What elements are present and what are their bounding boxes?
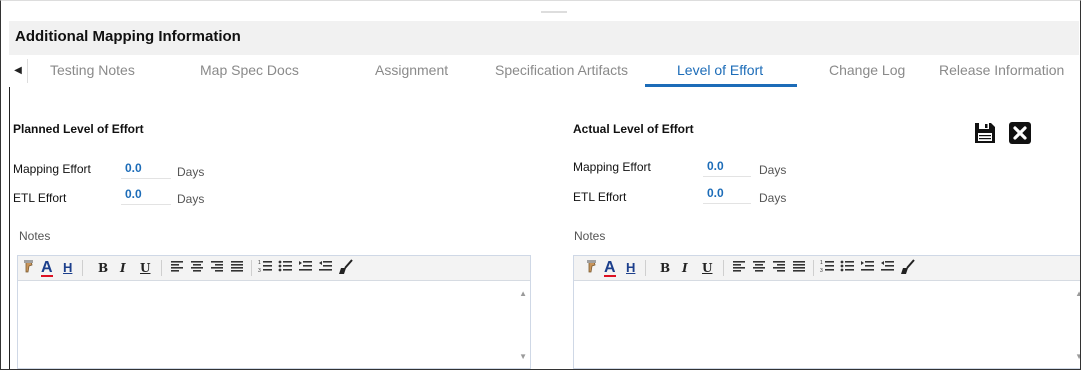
tab-divider [27, 59, 28, 83]
collapse-handle[interactable] [541, 11, 567, 13]
planned-scroll-down-icon[interactable]: ▼ [519, 352, 527, 361]
outdent-icon[interactable] [318, 259, 332, 273]
planned-mapping-underline [121, 178, 171, 179]
actual-effort-title: Actual Level of Effort [573, 122, 694, 136]
svg-text:1: 1 [820, 260, 823, 266]
highlight-icon[interactable]: H [626, 259, 635, 277]
format-painter-icon[interactable] [21, 259, 35, 275]
toolbar-separator [813, 260, 814, 276]
tab-change-log[interactable]: Change Log [829, 55, 905, 87]
align-center-icon[interactable] [752, 259, 766, 273]
text-color-icon[interactable]: A [41, 259, 53, 277]
underline-icon[interactable]: U [140, 259, 150, 277]
planned-etl-effort-value[interactable]: 0.0 [125, 187, 169, 201]
svg-text:1: 1 [258, 260, 261, 266]
align-left-icon[interactable] [732, 259, 746, 273]
actual-etl-unit: Days [759, 191, 787, 205]
tab-bar: ◀ Testing Notes Map Spec Docs Assignment… [9, 55, 1079, 87]
tab-specification-artifacts[interactable]: Specification Artifacts [495, 55, 628, 87]
active-tab-indicator [645, 84, 797, 87]
actual-scroll-up-icon[interactable]: ▲ [1075, 289, 1080, 298]
align-center-icon[interactable] [190, 259, 204, 273]
align-right-icon[interactable] [210, 259, 224, 273]
indent-icon[interactable] [298, 259, 312, 273]
text-color-icon[interactable]: A [604, 259, 616, 277]
planned-effort-title: Planned Level of Effort [13, 122, 144, 136]
numbered-list-icon[interactable]: 13 [820, 259, 834, 273]
planned-notes-editor[interactable]: A H B I U 13 ▲ ▼ [17, 255, 531, 369]
align-justify-icon[interactable] [230, 259, 244, 273]
planned-mapping-effort-label: Mapping Effort [13, 162, 91, 176]
indent-icon[interactable] [860, 259, 874, 273]
actual-etl-effort-value[interactable]: 0.0 [707, 186, 751, 200]
planned-editor-toolbar: A H B I U 13 [18, 256, 530, 281]
bulleted-list-icon[interactable] [278, 259, 292, 273]
actual-mapping-effort-value[interactable]: 0.0 [707, 159, 751, 173]
italic-icon[interactable]: I [682, 259, 688, 277]
planned-notes-label: Notes [19, 229, 51, 243]
actual-scroll-down-icon[interactable]: ▼ [1075, 352, 1080, 361]
panel-title: Additional Mapping Information [15, 28, 241, 45]
planned-scroll-up-icon[interactable]: ▲ [519, 289, 527, 298]
numbered-list-icon[interactable]: 13 [258, 259, 272, 273]
bold-icon[interactable]: B [98, 259, 108, 277]
format-painter-icon[interactable] [584, 259, 598, 275]
toolbar-separator [645, 260, 646, 276]
actual-etl-underline [703, 203, 751, 204]
svg-text:3: 3 [258, 268, 261, 273]
svg-text:3: 3 [820, 268, 823, 273]
actual-etl-effort-label: ETL Effort [573, 190, 627, 204]
tab-assignment[interactable]: Assignment [375, 55, 448, 87]
actual-mapping-unit: Days [759, 163, 787, 177]
tab-scroll-left-icon[interactable]: ◀ [9, 57, 27, 85]
panel-header: Additional Mapping Information [9, 21, 1079, 55]
toolbar-separator [161, 260, 162, 276]
planned-etl-unit: Days [177, 192, 205, 206]
bold-icon[interactable]: B [660, 259, 670, 277]
actual-editor-toolbar: A H B I U 13 [574, 256, 1080, 281]
actual-mapping-effort-label: Mapping Effort [573, 160, 651, 174]
underline-icon[interactable]: U [702, 259, 712, 277]
actual-notes-editor[interactable]: A H B I U 13 ▲ ▼ [573, 255, 1080, 369]
actual-notes-label: Notes [574, 229, 606, 243]
content-left-border [9, 87, 10, 369]
align-justify-icon[interactable] [792, 259, 806, 273]
clear-format-icon[interactable] [338, 259, 354, 275]
close-icon[interactable] [1008, 121, 1031, 145]
toolbar-separator [251, 260, 252, 276]
outdent-icon[interactable] [880, 259, 894, 273]
toolbar-separator [82, 260, 83, 276]
toolbar-separator [723, 260, 724, 276]
highlight-icon[interactable]: H [63, 259, 72, 277]
align-right-icon[interactable] [772, 259, 786, 273]
planned-etl-effort-label: ETL Effort [13, 191, 67, 205]
tab-release-information[interactable]: Release Information [939, 55, 1064, 87]
actual-mapping-underline [703, 176, 751, 177]
planned-mapping-effort-value[interactable]: 0.0 [125, 161, 169, 175]
save-icon[interactable] [974, 121, 996, 145]
planned-mapping-unit: Days [177, 165, 205, 179]
clear-format-icon[interactable] [900, 259, 916, 275]
tab-level-of-effort[interactable]: Level of Effort [677, 55, 763, 87]
tab-map-spec-docs[interactable]: Map Spec Docs [200, 55, 299, 87]
bulleted-list-icon[interactable] [840, 259, 854, 273]
italic-icon[interactable]: I [120, 259, 126, 277]
tab-testing-notes[interactable]: Testing Notes [50, 55, 135, 87]
mapping-panel: Additional Mapping Information ◀ Testing… [0, 0, 1081, 370]
align-left-icon[interactable] [170, 259, 184, 273]
planned-etl-underline [121, 204, 171, 205]
